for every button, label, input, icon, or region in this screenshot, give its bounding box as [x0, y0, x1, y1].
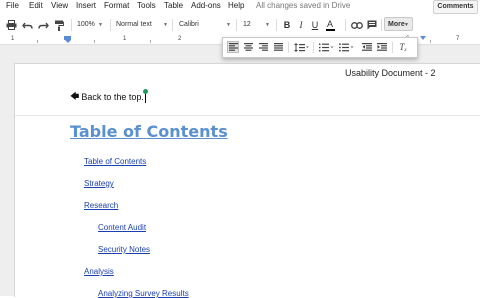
toc-link-analyzing-survey-results[interactable]: Analyzing Survey Results [98, 289, 189, 298]
chevron-down-icon: ▼ [163, 22, 168, 28]
zoom-select[interactable]: 100% ▼ [77, 18, 105, 32]
font-value: Calibri [179, 21, 199, 28]
ruler-tick [430, 40, 431, 43]
ruler-number: 2 [178, 36, 182, 42]
redo-icon[interactable] [36, 18, 50, 32]
clear-formatting-icon[interactable]: Tx [397, 41, 409, 53]
popup-separator [288, 42, 289, 53]
style-value: Normal text [116, 21, 152, 28]
more-toolbar-popup: Tx [222, 37, 418, 58]
chevron-down-icon: ▼ [226, 22, 231, 28]
menu-tools[interactable]: Tools [137, 1, 156, 10]
right-indent-marker-icon[interactable] [420, 36, 426, 40]
italic-icon[interactable]: I [295, 18, 307, 32]
chevron-down-icon: ▼ [98, 22, 103, 28]
paint-format-icon[interactable] [52, 18, 66, 32]
numbered-list-icon[interactable] [317, 41, 335, 53]
toolbar-separator [71, 19, 72, 31]
align-right-icon[interactable] [257, 41, 269, 53]
comment-icon[interactable] [366, 18, 378, 32]
menu-table[interactable]: Table [164, 1, 183, 10]
text-color-swatch [325, 28, 335, 31]
zoom-value: 100% [77, 21, 95, 28]
text-color-letter: A [326, 18, 333, 29]
toc-link-content-audit[interactable]: Content Audit [98, 223, 146, 232]
menu-help[interactable]: Help [228, 1, 244, 10]
menu-insert[interactable]: Insert [76, 1, 96, 10]
style-select[interactable]: Normal text ▼ [116, 18, 168, 32]
menu-view[interactable]: View [51, 1, 68, 10]
toc-link-research[interactable]: Research [84, 201, 118, 210]
menu-file[interactable]: File [6, 1, 19, 10]
ruler-tick [37, 40, 38, 43]
menu-addons[interactable]: Add-ons [191, 1, 221, 10]
toolbar-separator [345, 19, 346, 31]
ruler-tick [94, 40, 95, 43]
comments-button[interactable]: Comments [433, 0, 478, 14]
toolbar-separator [236, 19, 237, 31]
toc-heading: Table of Contents [70, 122, 228, 141]
more-button[interactable]: More ▼ [384, 17, 413, 31]
toc-link-table-of-contents[interactable]: Table of Contents [84, 157, 146, 166]
decrease-indent-icon[interactable] [361, 41, 373, 53]
bold-icon[interactable]: B [281, 18, 293, 32]
header-divider [15, 115, 480, 116]
text-color-icon[interactable]: A [323, 18, 337, 32]
back-to-top-label: Back to the top. [81, 92, 144, 102]
collaborator-cursor-icon [142, 88, 148, 94]
popup-separator [392, 42, 393, 53]
menu-edit[interactable]: Edit [29, 1, 43, 10]
toolbar-separator [381, 19, 382, 31]
back-to-top-link[interactable]: 🡄 Back to the top. [70, 88, 148, 105]
page-header: Usability Document - 2 [345, 68, 436, 78]
arrow-left-icon: 🡄 [70, 91, 80, 101]
font-select[interactable]: Calibri ▼ [179, 18, 234, 32]
link-icon[interactable] [350, 18, 364, 32]
ruler-tick [150, 40, 151, 43]
toc-link-analysis[interactable]: Analysis [84, 267, 114, 276]
clear-formatting-x: x [404, 47, 407, 53]
toolbar-separator [110, 19, 111, 31]
menu-format[interactable]: Format [104, 1, 129, 10]
menu-bar: File Edit View Insert Format Tools Table… [0, 0, 480, 14]
toc-link-strategy[interactable]: Strategy [84, 179, 114, 188]
increase-indent-icon[interactable] [376, 41, 388, 53]
align-left-icon[interactable] [227, 41, 239, 53]
text-cursor [142, 88, 148, 103]
font-size-select[interactable]: 12 ▼ [243, 18, 273, 32]
undo-icon[interactable] [20, 18, 34, 32]
line-spacing-icon[interactable] [292, 41, 310, 53]
toolbar: 100% ▼ Normal text ▼ Calibri ▼ 12 ▼ B I … [0, 15, 480, 35]
underline-icon[interactable]: U [309, 18, 321, 32]
save-status: All changes saved in Drive [256, 1, 351, 10]
popup-separator [313, 42, 314, 53]
indent-triangle-icon[interactable] [65, 40, 71, 43]
font-size-value: 12 [243, 21, 251, 28]
document-page[interactable]: Usability Document - 2 🡄 Back to the top… [14, 63, 480, 298]
ruler-number: 1 [11, 36, 15, 42]
more-label: More [388, 21, 405, 28]
align-center-icon[interactable] [242, 41, 254, 53]
chevron-down-icon: ▼ [265, 22, 270, 28]
align-justify-icon[interactable] [272, 41, 284, 53]
toc-link-security-notes[interactable]: Security Notes [98, 245, 150, 254]
chevron-down-icon: ▼ [404, 22, 409, 28]
ruler-number: 7 [456, 36, 460, 42]
print-icon[interactable] [4, 18, 18, 32]
toolbar-separator [276, 19, 277, 31]
toolbar-separator [172, 19, 173, 31]
bulleted-list-icon[interactable] [337, 41, 355, 53]
ruler-number: 1 [123, 36, 127, 42]
